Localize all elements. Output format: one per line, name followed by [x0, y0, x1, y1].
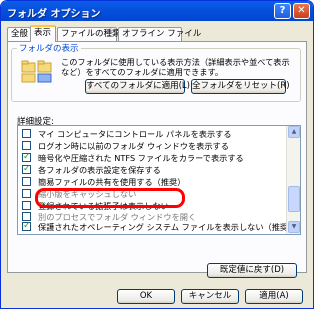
folder-views-icon [21, 60, 52, 83]
list-item[interactable]: 暗号化や圧縮された NTFS ファイルをカラーで表示する [18, 152, 288, 163]
checkbox[interactable] [22, 221, 31, 231]
list-item[interactable]: 別のプロセスでフォルダ ウィンドウを開く [18, 212, 288, 222]
checkbox[interactable] [22, 164, 31, 174]
tab-offline-files[interactable]: オフライン ファイル [118, 27, 201, 41]
cancel-button[interactable]: キャンセル [181, 289, 239, 304]
reset-all-folders-button[interactable]: 全フォルダをリセット(R) [191, 79, 290, 94]
checkbox[interactable] [22, 141, 31, 150]
folder-views-title: フォルダの表示 [17, 42, 81, 54]
checkbox[interactable] [22, 129, 31, 138]
close-button[interactable]: ✕ [293, 3, 310, 19]
checkbox[interactable] [22, 177, 31, 186]
apply-to-all-folders-button[interactable]: すべてのフォルダに適用(L) [85, 79, 190, 94]
scroll-up-arrow-icon[interactable]: ▲ [288, 126, 300, 138]
list-item-label: マイ コンピュータにコントロール パネルを表示する [38, 129, 232, 139]
list-item[interactable]: マイ コンピュータにコントロール パネルを表示する [18, 129, 288, 139]
list-item-label: 各フォルダの表示設定を保存する [38, 165, 161, 175]
help-button[interactable]: ? [274, 3, 291, 19]
title-bar[interactable]: フォルダ オプション ? ✕ [1, 1, 313, 21]
list-item[interactable]: ログオン時に以前のフォルダ ウィンドウを表示する [18, 141, 288, 151]
tab-view[interactable]: 表示 [30, 25, 56, 42]
checkbox[interactable] [22, 189, 31, 198]
list-item[interactable]: 保護されたオペレーティング システム ファイルを表示しない（推奨） [18, 221, 296, 232]
checkbox[interactable] [22, 152, 31, 162]
scroll-down-arrow-icon[interactable]: ▼ [288, 221, 300, 233]
advanced-settings-list[interactable]: マイ コンピュータにコントロール パネルを表示する ログオン時に以前のフォルダ … [17, 125, 301, 235]
list-item-label: ログオン時に以前のフォルダ ウィンドウを表示する [38, 141, 229, 151]
folder-options-window: フォルダ オプション ? ✕ 全般 表示 ファイルの種類 オフライン ファイル … [0, 0, 314, 309]
list-item-label: 簡易ファイルの共有を使用する（推奨） [38, 177, 186, 187]
scroll-thumb[interactable] [288, 186, 300, 212]
list-item-label: 保護されたオペレーティング システム ファイルを表示しない（推奨） [38, 222, 297, 232]
list-item-label: 暗号化や圧縮された NTFS ファイルをカラーで表示する [38, 153, 244, 163]
list-item-label: 別のプロセスでフォルダ ウィンドウを開く [38, 212, 197, 222]
checkbox[interactable] [22, 212, 31, 221]
restore-defaults-button[interactable]: 既定値に戻す(D) [207, 263, 297, 278]
tab-general[interactable]: 全般 [7, 27, 31, 41]
tab-file-types[interactable]: ファイルの種類 [57, 27, 121, 41]
folder-views-description: このフォルダに使用している表示方法（詳細表示や並べて表示など）をすべてのフォルダ… [61, 57, 290, 77]
checkbox[interactable] [22, 201, 31, 210]
apply-button[interactable]: 適用(A) [245, 289, 303, 304]
red-highlight-ellipse [35, 188, 185, 208]
list-scrollbar[interactable]: ▲ ▼ [286, 126, 300, 234]
ok-button[interactable]: OK [117, 289, 175, 304]
window-title: フォルダ オプション [7, 9, 101, 20]
list-item[interactable]: 簡易ファイルの共有を使用する（推奨） [18, 177, 288, 187]
list-item[interactable]: 各フォルダの表示設定を保存する [18, 164, 288, 175]
